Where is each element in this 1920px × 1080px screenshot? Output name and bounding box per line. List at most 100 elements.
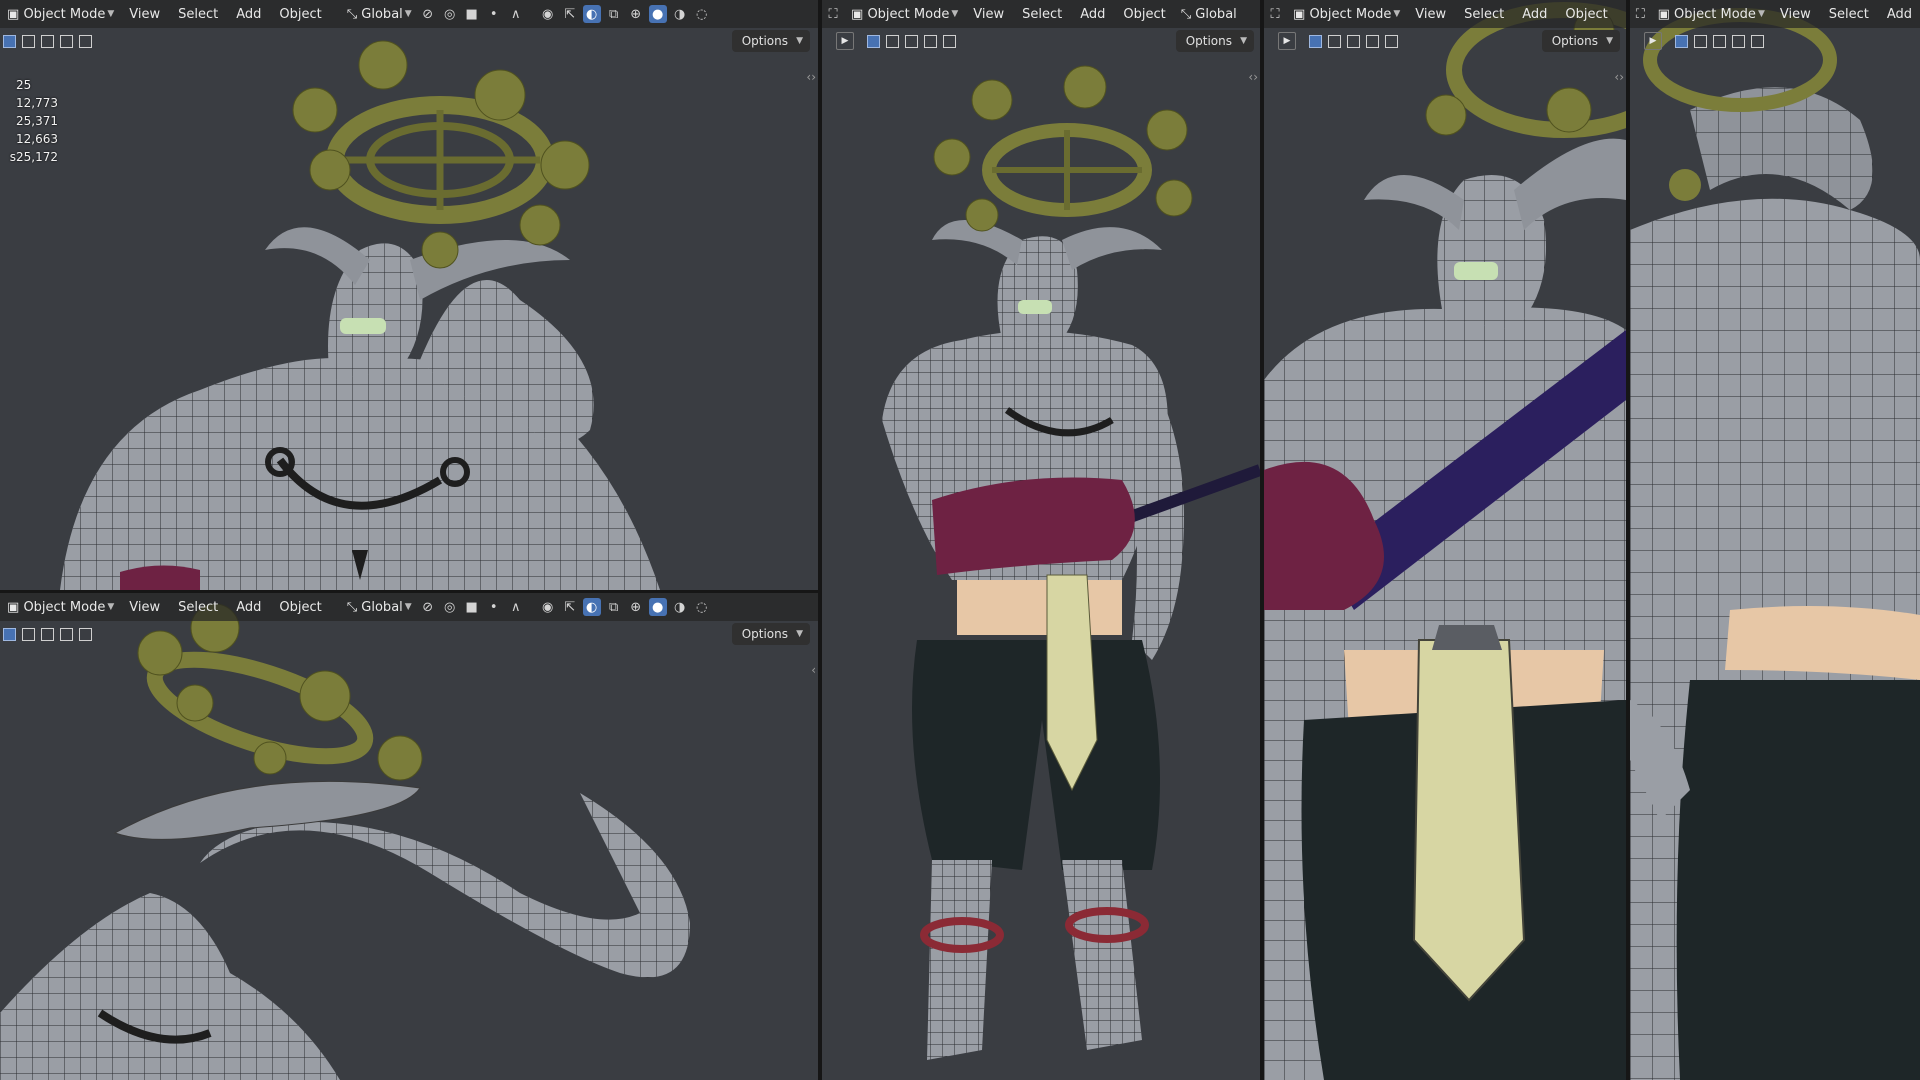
viewport-top-left[interactable]: ▣ Object Mode ▼ View Select Add Object ⤡ … (0, 0, 818, 590)
menu-view[interactable]: View (1772, 3, 1819, 25)
select-subtract-icon[interactable] (41, 627, 54, 641)
select-extend-icon[interactable] (22, 34, 35, 48)
tool-icon[interactable]: ▶ (836, 32, 854, 50)
menu-add[interactable]: Add (1514, 3, 1555, 25)
select-intersect-icon[interactable] (79, 627, 92, 641)
chevron-down-icon: ▼ (1240, 36, 1247, 46)
proportional-icon[interactable]: • (485, 5, 503, 23)
select-extend-icon[interactable] (1694, 34, 1707, 48)
select-new-icon[interactable] (1675, 34, 1688, 48)
editor-type-icon[interactable]: ⛶ (1632, 5, 1649, 23)
menu-add[interactable]: Add (228, 3, 269, 25)
select-invert-icon[interactable] (60, 34, 73, 48)
mode-dropdown[interactable]: ▣ Object Mode ▼ (846, 3, 963, 25)
falloff-icon[interactable]: ∧ (507, 5, 525, 23)
xray-icon[interactable]: ⧉ (605, 598, 623, 616)
select-new-icon[interactable] (3, 34, 16, 48)
mode-dropdown[interactable]: ▣ Object Mode ▼ (2, 3, 119, 25)
menu-view[interactable]: View (121, 596, 168, 618)
object-mode-icon: ▣ (1293, 6, 1306, 22)
transform-orientation-dropdown[interactable]: ⤡ Global ▼ (342, 3, 417, 25)
menu-object[interactable]: Object (1557, 3, 1615, 25)
chevron-down-icon: ▼ (1757, 9, 1765, 19)
mode-dropdown[interactable]: ▣ Object Mode ▼ (1653, 3, 1770, 25)
select-intersect-icon[interactable] (79, 34, 92, 48)
menu-select[interactable]: Select (1821, 3, 1877, 25)
menu-view[interactable]: View (1407, 3, 1454, 25)
rendered-icon[interactable]: ◌ (693, 5, 711, 23)
expand-arrows-icon[interactable]: ‹› (1248, 70, 1258, 84)
select-subtract-icon[interactable] (1347, 34, 1360, 48)
menu-object[interactable]: Object (1115, 3, 1173, 25)
select-subtract-icon[interactable] (1713, 34, 1726, 48)
menu-add[interactable]: Add (228, 596, 269, 618)
select-intersect-icon[interactable] (1385, 34, 1398, 48)
editor-type-icon[interactable]: ⛶ (824, 5, 842, 23)
menu-select[interactable]: Select (1014, 3, 1070, 25)
overlay-icon[interactable]: ◐ (582, 598, 601, 616)
menu-object[interactable]: Object (271, 596, 329, 618)
select-extend-icon[interactable] (1328, 34, 1341, 48)
editor-type-icon[interactable]: ⛶ (1266, 5, 1284, 23)
shading-solid-icon[interactable]: ● (648, 598, 667, 616)
wireframe-icon[interactable]: ⊕ (627, 598, 645, 616)
mode-dropdown[interactable]: ▣ Object Mode ▼ (2, 596, 119, 618)
select-new-icon[interactable] (867, 34, 880, 48)
tool-icon[interactable]: ▶ (1644, 32, 1662, 50)
options-dropdown[interactable]: Options ▼ (1175, 30, 1254, 52)
viewport-far-right[interactable]: ⛶ ▣ Object Mode ▼ View Select Add ▶ (1630, 0, 1920, 1080)
menu-select[interactable]: Select (1456, 3, 1512, 25)
menu-view[interactable]: View (121, 3, 168, 25)
menu-add[interactable]: Add (1879, 3, 1920, 25)
wireframe-icon[interactable]: ⊕ (627, 5, 645, 23)
select-intersect-icon[interactable] (1751, 34, 1764, 48)
expand-arrows-icon[interactable]: ‹› (1614, 70, 1624, 84)
select-extend-icon[interactable] (886, 34, 899, 48)
menu-view[interactable]: View (965, 3, 1012, 25)
collapse-arrow-icon[interactable]: ‹ (811, 663, 816, 677)
select-invert-icon[interactable] (1366, 34, 1379, 48)
snap-icon[interactable]: ◎ (441, 5, 459, 23)
visibility-icon[interactable]: ◉ (539, 5, 557, 23)
snap-target-icon[interactable]: ■ (463, 598, 481, 616)
select-invert-icon[interactable] (924, 34, 937, 48)
select-subtract-icon[interactable] (41, 34, 54, 48)
viewport-bottom-left[interactable]: ▣ Object Mode ▼ View Select Add Object ⤡ … (0, 593, 818, 1080)
falloff-icon[interactable]: ∧ (507, 598, 525, 616)
options-dropdown[interactable]: Options ▼ (1541, 30, 1620, 52)
gizmo-icon[interactable]: ⇱ (561, 598, 579, 616)
material-icon[interactable]: ◑ (671, 598, 689, 616)
options-dropdown[interactable]: Options ▼ (731, 30, 810, 52)
options-dropdown[interactable]: Options ▼ (731, 623, 810, 645)
rendered-icon[interactable]: ◌ (693, 598, 711, 616)
tool-icon[interactable]: ▶ (1278, 32, 1296, 50)
menu-object[interactable]: Object (271, 3, 329, 25)
expand-arrows-icon[interactable]: ‹› (806, 70, 816, 84)
pivot-icon[interactable]: ⊘ (419, 598, 437, 616)
select-invert-icon[interactable] (1732, 34, 1745, 48)
xray-icon[interactable]: ⧉ (605, 5, 623, 23)
select-extend-icon[interactable] (22, 627, 35, 641)
pivot-icon[interactable]: ⊘ (419, 5, 437, 23)
viewport-right-closeup[interactable]: ⛶ ▣ Object Mode ▼ View Select Add Object … (1264, 0, 1626, 1080)
snap-icon[interactable]: ◎ (441, 598, 459, 616)
select-intersect-icon[interactable] (943, 34, 956, 48)
select-subtract-icon[interactable] (905, 34, 918, 48)
snap-target-icon[interactable]: ■ (463, 5, 481, 23)
proportional-icon[interactable]: • (485, 598, 503, 616)
select-invert-icon[interactable] (60, 627, 73, 641)
overlay-icon[interactable]: ◐ (582, 5, 601, 23)
menu-select[interactable]: Select (170, 3, 226, 25)
select-new-icon[interactable] (3, 627, 16, 641)
material-icon[interactable]: ◑ (671, 5, 689, 23)
transform-orientation-dropdown[interactable]: ⤡ Global (1176, 3, 1242, 25)
transform-orientation-dropdown[interactable]: ⤡ Global ▼ (342, 596, 417, 618)
visibility-icon[interactable]: ◉ (539, 598, 557, 616)
shading-solid-icon[interactable]: ● (648, 5, 667, 23)
menu-select[interactable]: Select (170, 596, 226, 618)
mode-dropdown[interactable]: ▣ Object Mode ▼ (1288, 3, 1405, 25)
viewport-center[interactable]: ⛶ ▣ Object Mode ▼ View Select Add Object … (822, 0, 1260, 1080)
select-new-icon[interactable] (1309, 34, 1322, 48)
menu-add[interactable]: Add (1072, 3, 1113, 25)
gizmo-icon[interactable]: ⇱ (561, 5, 579, 23)
